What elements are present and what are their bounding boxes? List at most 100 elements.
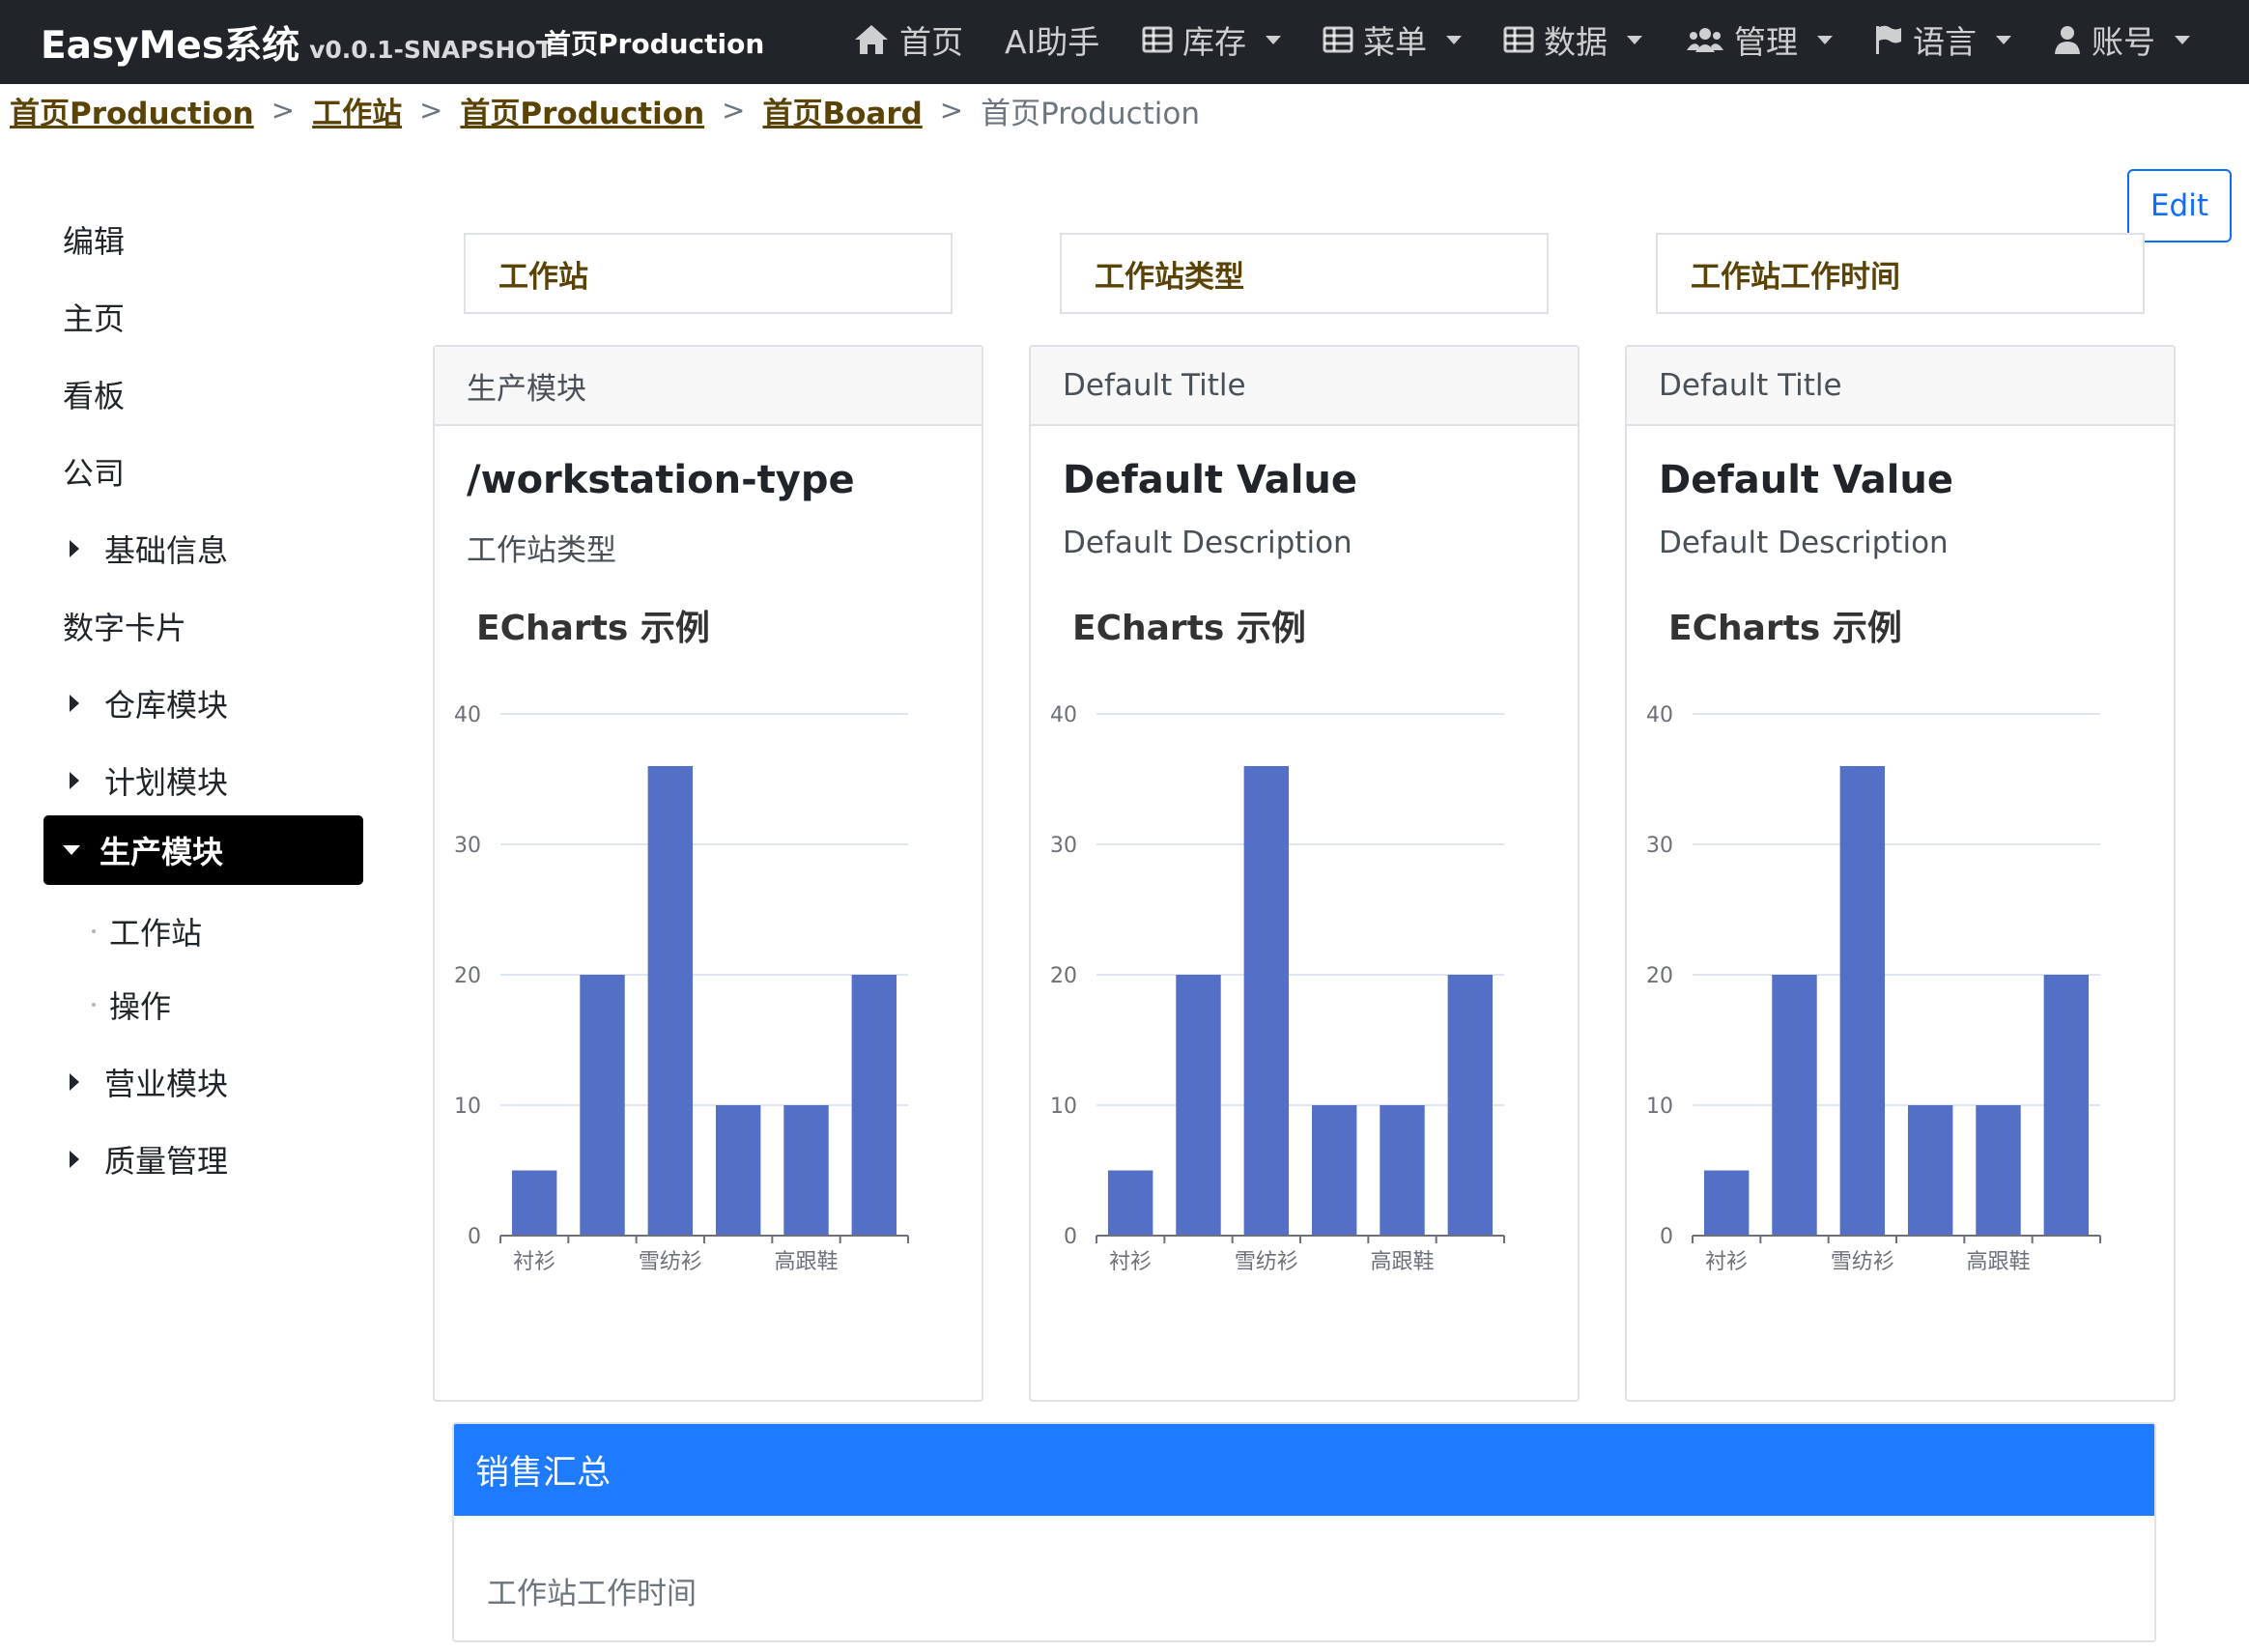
bar xyxy=(1243,766,1290,1236)
card-title: /workstation-type xyxy=(467,458,855,502)
caret-right-icon xyxy=(70,1151,79,1168)
sidebar-item-board[interactable]: 看板 xyxy=(63,359,125,429)
brand-name: EasyMes系统 xyxy=(41,24,300,68)
breadcrumb-separator: > xyxy=(939,94,964,127)
sidebar-item-label: 编辑 xyxy=(63,223,126,260)
nav-menu-label: 菜单 xyxy=(1363,23,1427,61)
y-tick-label: 20 xyxy=(1050,964,1077,988)
card-header: Default Title xyxy=(1627,347,2174,426)
sidebar-item-warehouse[interactable]: 仓库模块 xyxy=(70,669,228,738)
sidebar-item-label: 基础信息 xyxy=(104,532,229,569)
nav-language[interactable]: 语言 xyxy=(1874,17,2011,62)
nav-account[interactable]: 账号 xyxy=(2053,17,2190,62)
sidebar-subitem-workstation[interactable]: 工作站 xyxy=(92,897,202,966)
y-tick-label: 30 xyxy=(454,834,481,858)
y-tick-label: 0 xyxy=(1660,1225,1673,1249)
x-tick-label: 高跟鞋 xyxy=(774,1250,838,1274)
card-description: 工作站类型 xyxy=(467,533,616,568)
sales-summary-header: 销售汇总 xyxy=(454,1424,2154,1516)
sidebar-item-company[interactable]: 公司 xyxy=(63,437,125,506)
flag-icon xyxy=(1876,25,1901,54)
nav-production-link[interactable]: 首页Production xyxy=(544,23,764,62)
breadcrumb-link[interactable]: 首页Production xyxy=(10,89,254,132)
y-tick-label: 20 xyxy=(1646,964,1673,988)
top-navbar: EasyMes系统 v0.0.1-SNAPSHOT 首页Production 首页… xyxy=(0,0,2249,84)
sidebar-item-home[interactable]: 主页 xyxy=(63,282,125,352)
tab-workstation-hours[interactable]: 工作站工作时间 xyxy=(1656,233,2145,314)
bar xyxy=(647,766,694,1236)
breadcrumb-link[interactable]: 首页Production xyxy=(460,89,704,132)
nav-inventory[interactable]: 库存 xyxy=(1142,17,1281,62)
sidebar-item-digital-cards[interactable]: 数字卡片 xyxy=(63,591,186,661)
breadcrumb-current: 首页Production xyxy=(981,96,1201,131)
sidebar-item-label: 公司 xyxy=(63,455,126,492)
sidebar-item-basic-info[interactable]: 基础信息 xyxy=(70,514,228,584)
sidebar-item-label: 营业模块 xyxy=(104,1066,229,1102)
card: 生产模块 /workstation-type 工作站类型 ECharts 示例 … xyxy=(433,345,983,1402)
edit-button[interactable]: Edit xyxy=(2127,169,2232,242)
y-tick-label: 20 xyxy=(454,964,481,988)
x-tick-label: 高跟鞋 xyxy=(1370,1250,1434,1274)
sidebar-item-planning[interactable]: 计划模块 xyxy=(70,746,228,815)
x-tick-label: 衬衫 xyxy=(1109,1250,1152,1274)
bullet-icon xyxy=(92,929,96,933)
chevron-down-icon xyxy=(1446,35,1462,44)
breadcrumb-separator: > xyxy=(419,94,443,127)
bar xyxy=(1772,975,1817,1236)
nav-manage-label: 管理 xyxy=(1734,23,1798,61)
chevron-down-icon xyxy=(1996,35,2011,44)
sidebar-item-edit[interactable]: 编辑 xyxy=(63,205,125,274)
bar xyxy=(851,975,897,1236)
nav-inventory-label: 库存 xyxy=(1182,23,1246,61)
y-tick-label: 10 xyxy=(1646,1095,1673,1119)
bar xyxy=(1311,1105,1357,1236)
caret-right-icon xyxy=(70,1073,79,1091)
sidebar-item-label: 生产模块 xyxy=(100,834,224,870)
y-tick-label: 10 xyxy=(454,1095,481,1119)
x-tick-label: 雪纺衫 xyxy=(1235,1250,1298,1274)
caret-down-icon xyxy=(63,845,80,855)
sidebar-item-business[interactable]: 营业模块 xyxy=(70,1047,228,1117)
x-tick-label: 衬衫 xyxy=(513,1250,555,1274)
y-tick-label: 30 xyxy=(1050,834,1077,858)
sidebar-item-quality[interactable]: 质量管理 xyxy=(70,1125,228,1194)
card-title: Default Value xyxy=(1063,458,1358,502)
brand[interactable]: EasyMes系统 v0.0.1-SNAPSHOT xyxy=(41,15,553,70)
tab-workstation-type[interactable]: 工作站类型 xyxy=(1060,233,1549,314)
nav-ai-assistant[interactable]: AI助手 xyxy=(1005,17,1099,62)
bullet-icon xyxy=(92,1003,96,1007)
nav-menu[interactable]: 菜单 xyxy=(1323,17,1462,62)
caret-right-icon xyxy=(70,540,79,557)
table-icon xyxy=(1503,26,1534,53)
breadcrumb-link[interactable]: 工作站 xyxy=(312,89,402,132)
bar xyxy=(1703,1170,1750,1236)
x-tick-label: 雪纺衫 xyxy=(639,1250,702,1274)
chevron-down-icon xyxy=(2175,35,2190,44)
breadcrumb-link[interactable]: 首页Board xyxy=(762,89,922,132)
sidebar-subitem-operation[interactable]: 操作 xyxy=(92,970,171,1040)
chart-title: ECharts 示例 xyxy=(1668,609,1902,648)
nav-data-label: 数据 xyxy=(1544,23,1608,61)
sidebar-item-label: 操作 xyxy=(109,988,172,1025)
sales-summary-body: 工作站工作时间 xyxy=(487,1577,697,1611)
breadcrumb-separator: > xyxy=(270,94,296,127)
sales-summary-panel: 销售汇总 工作站工作时间 xyxy=(452,1422,2156,1642)
card-header: Default Title xyxy=(1031,347,1578,426)
nav-ai-label: AI助手 xyxy=(1005,23,1100,61)
sidebar-item-label: 数字卡片 xyxy=(63,610,187,646)
chevron-down-icon xyxy=(1627,35,1642,44)
chart-title: ECharts 示例 xyxy=(1072,609,1306,648)
user-icon xyxy=(2055,26,2080,54)
caret-right-icon xyxy=(70,772,79,789)
x-tick-label: 高跟鞋 xyxy=(1966,1250,2030,1274)
sidebar-item-production[interactable]: 生产模块 xyxy=(43,815,363,885)
nav-language-label: 语言 xyxy=(1913,23,1977,61)
bar-chart: 0 10 20 30 40 衬衫 雪纺衫 高跟鞋 xyxy=(454,703,909,1274)
nav-data[interactable]: 数据 xyxy=(1503,17,1642,62)
nav-manage[interactable]: 管理 xyxy=(1686,17,1833,62)
nav-home[interactable]: 首页 xyxy=(853,17,963,62)
table-icon xyxy=(1142,26,1173,53)
breadcrumb: 首页Production > 工作站 > 首页Production > 首页Bo… xyxy=(10,87,1200,133)
tab-workstation[interactable]: 工作站 xyxy=(464,233,953,314)
card-description: Default Description xyxy=(1659,526,1949,560)
